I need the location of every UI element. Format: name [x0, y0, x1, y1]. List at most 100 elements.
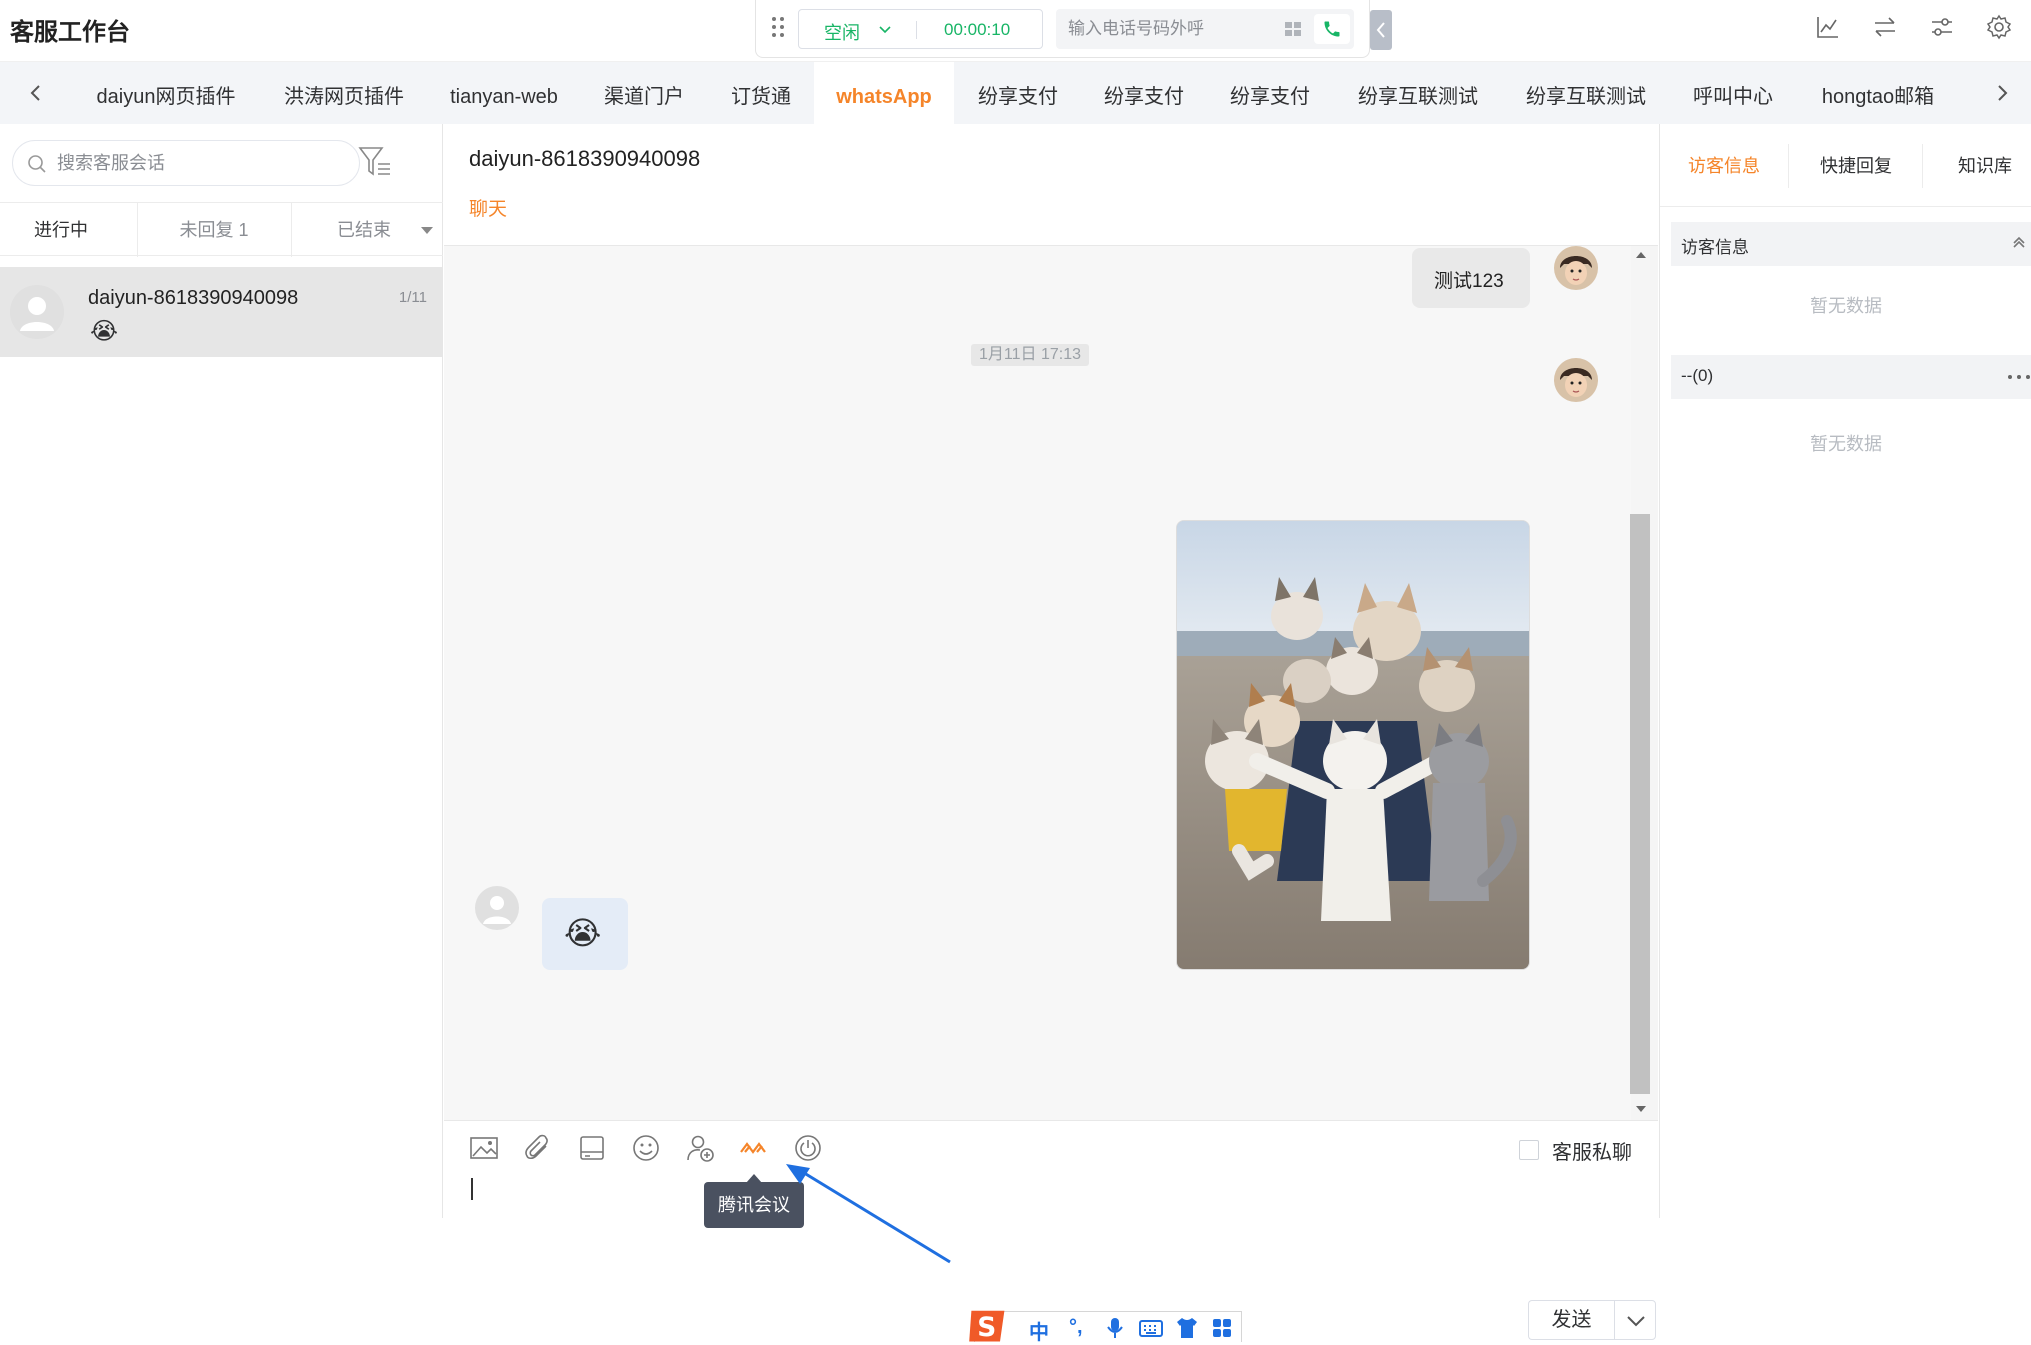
tabs-next-icon[interactable]: [1992, 83, 2012, 103]
tencent-meeting-icon[interactable]: [738, 1132, 770, 1164]
tab-pay-2[interactable]: 纷享支付: [1088, 62, 1200, 124]
message-bubble-in: 😭: [542, 898, 628, 970]
tab-ended[interactable]: 已结束: [292, 203, 436, 257]
drive-icon[interactable]: [576, 1132, 608, 1164]
tab-channel-portal[interactable]: 渠道门户: [588, 62, 700, 124]
power-icon[interactable]: [792, 1132, 824, 1164]
keyboard-icon[interactable]: [1139, 1318, 1163, 1338]
svg-text:S: S: [977, 1312, 996, 1343]
message-text: 测试123: [1434, 271, 1504, 292]
swap-icon[interactable]: [1872, 14, 1898, 40]
tab-hongtao-mail[interactable]: hongtao邮箱: [1808, 62, 1948, 124]
avatar: [10, 285, 64, 339]
app-title: 客服工作台: [10, 19, 130, 46]
tab-quick-reply[interactable]: 快捷回复: [1820, 152, 1892, 178]
avatar-photo: [1554, 358, 1598, 402]
private-chat-checkbox[interactable]: [1519, 1140, 1539, 1160]
add-user-icon[interactable]: [684, 1132, 716, 1164]
caret-down-icon[interactable]: [421, 227, 433, 234]
section-title: 访客信息: [1681, 238, 1749, 257]
microphone-icon[interactable]: [1105, 1317, 1125, 1339]
divider: [444, 1120, 1658, 1121]
scroll-thumb[interactable]: [1630, 514, 1650, 1094]
session-search: [12, 140, 360, 186]
tab-daiyun-plugin[interactable]: daiyun网页插件: [72, 62, 260, 124]
cats-photo: [1177, 521, 1529, 969]
custom-section-header[interactable]: --(0): [1671, 355, 2031, 399]
tab-in-progress[interactable]: 进行中: [0, 203, 122, 257]
chat-panel: daiyun-8618390940098 聊天 测试123 1月11日 17:1…: [444, 124, 1658, 1344]
call-button[interactable]: [1314, 14, 1350, 44]
agent-status-label: 空闲: [824, 23, 860, 43]
message-timestamp: 1月11日 17:13: [971, 344, 1089, 366]
image-message[interactable]: [1176, 520, 1530, 970]
tab-pay-1[interactable]: 纷享支付: [962, 62, 1074, 124]
tab-whatsapp[interactable]: whatsApp: [814, 62, 954, 124]
sliders-icon[interactable]: [1929, 14, 1955, 40]
tabs-prev-icon[interactable]: [26, 83, 46, 103]
tab-tianyan-web[interactable]: tianyan-web: [434, 62, 574, 124]
chart-icon[interactable]: [1815, 14, 1841, 40]
skin-icon[interactable]: [1175, 1317, 1199, 1339]
ime-lang-label[interactable]: 中: [1029, 1316, 1049, 1345]
phone-toolbar: 空闲 00:00:10: [755, 0, 1370, 58]
filter-icon[interactable]: [356, 144, 392, 180]
tab-dinghuotong[interactable]: 订货通: [708, 62, 814, 124]
divider: [1660, 206, 2031, 207]
session-item[interactable]: daiyun-8618390940098 1/11 😭: [0, 267, 443, 357]
collapse-toolbar-button[interactable]: [1370, 10, 1392, 50]
tab-knowledge-base[interactable]: 知识库: [1958, 152, 2012, 178]
visitor-info-section-header[interactable]: 访客信息: [1671, 222, 2031, 266]
message-input[interactable]: [464, 1170, 1634, 1290]
search-input[interactable]: [57, 151, 347, 175]
send-options-dropdown[interactable]: [1614, 1300, 1656, 1340]
more-icon[interactable]: [2007, 373, 2031, 381]
agent-avatar: [1554, 358, 1598, 402]
chat-subtab[interactable]: 聊天: [469, 194, 507, 221]
tab-call-center[interactable]: 呼叫中心: [1684, 62, 1782, 124]
tab-unreplied[interactable]: 未回复 1: [138, 203, 290, 257]
chat-title: daiyun-8618390940098: [469, 146, 701, 171]
session-message-count: 1/11: [398, 289, 427, 306]
sogou-logo-icon: S: [969, 1310, 1005, 1343]
chevron-up-icon[interactable]: [2011, 236, 2027, 252]
message-emoji: 😭: [564, 915, 602, 951]
session-sidebar: 进行中 未回复 1 已结束 daiyun-8618390940098 1/11 …: [0, 124, 443, 1218]
status-timer: 00:00:10: [944, 20, 1011, 39]
empty-state: 暂无数据: [1810, 296, 1882, 316]
divider: [916, 21, 917, 39]
ime-punct-label[interactable]: °,: [1069, 1316, 1083, 1339]
tab-pay-3[interactable]: 纷享支付: [1214, 62, 1326, 124]
message-bubble-out: 测试123: [1412, 248, 1530, 308]
keypad-icon[interactable]: [1284, 20, 1302, 38]
dial-box: [1056, 9, 1354, 49]
channel-tab-bar: daiyun网页插件 洪涛网页插件 tianyan-web 渠道门户 订货通 w…: [0, 62, 2031, 124]
private-chat-label: 客服私聊: [1552, 1142, 1632, 1164]
scroll-down-icon[interactable]: [1631, 1102, 1651, 1116]
tab-interconnect-2[interactable]: 纷享互联测试: [1514, 62, 1658, 124]
tab-visitor-info[interactable]: 访客信息: [1688, 152, 1760, 178]
chevron-down-icon: [879, 26, 891, 34]
chevron-down-icon: [1627, 1316, 1645, 1327]
session-preview: 😭: [90, 318, 119, 345]
visitor-panel: 访客信息 快捷回复 知识库 访客信息 暂无数据 --(0) 暂无数据: [1659, 124, 2031, 1218]
user-icon: [483, 896, 511, 924]
phone-icon: [1324, 21, 1340, 37]
send-button[interactable]: 发送: [1528, 1300, 1614, 1340]
apps-icon[interactable]: [1211, 1317, 1233, 1339]
image-icon[interactable]: [468, 1132, 500, 1164]
drag-handle-icon[interactable]: [770, 16, 786, 38]
attachment-icon[interactable]: [522, 1132, 554, 1164]
agent-status-select[interactable]: 空闲 00:00:10: [798, 9, 1043, 49]
empty-state: 暂无数据: [1810, 434, 1882, 454]
tab-interconnect-1[interactable]: 纷享互联测试: [1346, 62, 1490, 124]
chevron-left-icon: [1376, 22, 1385, 38]
scroll-up-icon[interactable]: [1631, 248, 1651, 262]
phone-number-input[interactable]: [1068, 18, 1288, 40]
agent-avatar: [1554, 246, 1598, 290]
tab-hongtao-plugin[interactable]: 洪涛网页插件: [266, 62, 422, 124]
message-list[interactable]: 测试123 1月11日 17:13 😭: [444, 246, 1640, 1120]
gear-icon[interactable]: [1986, 14, 2012, 40]
emoji-icon[interactable]: [630, 1132, 662, 1164]
visitor-avatar: [475, 886, 519, 930]
